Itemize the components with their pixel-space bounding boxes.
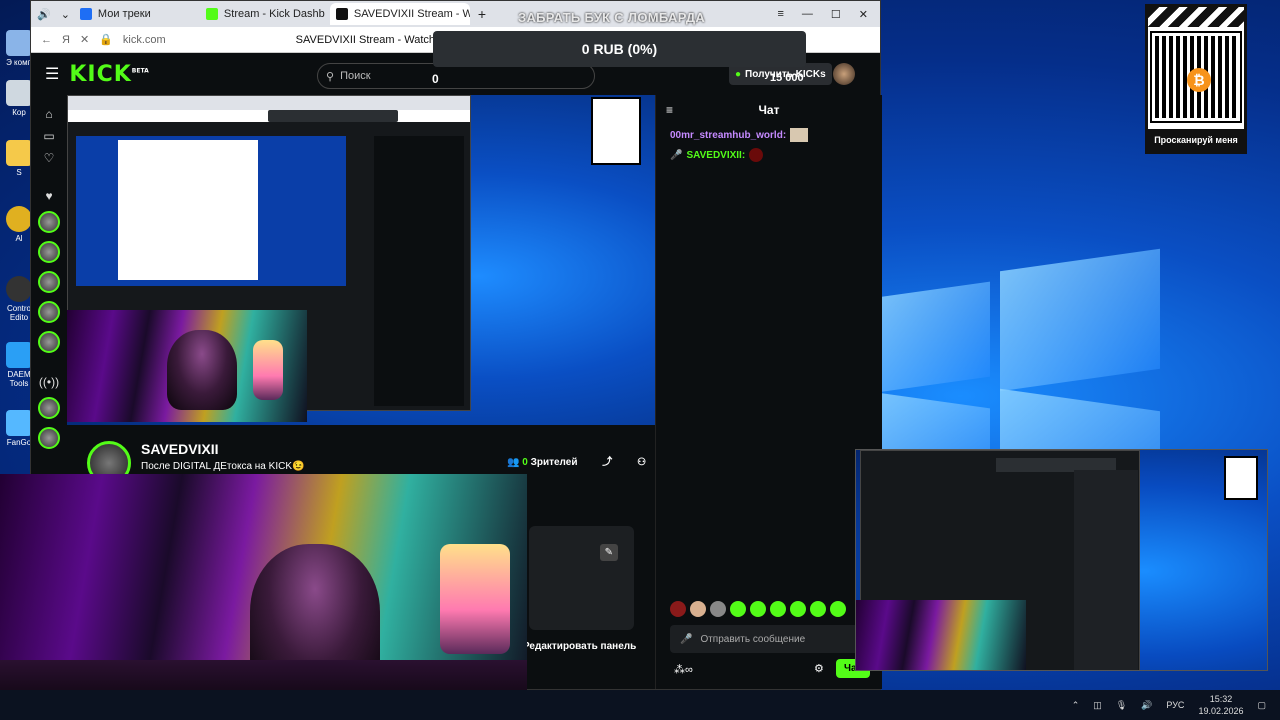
emote-icon xyxy=(790,128,809,142)
mic-badge-icon: 🎤 xyxy=(670,149,683,161)
chat-panel: ≡ Чат 00mr_streamhub_world: 🎤 SAVEDVIXII:… xyxy=(655,95,882,689)
emote-icon xyxy=(749,148,764,162)
edit-panel-button[interactable]: Редактировать панель xyxy=(523,641,636,652)
maximize-button[interactable]: ☐ xyxy=(831,8,841,21)
url-field[interactable]: kick.com xyxy=(123,34,166,46)
close-window-button[interactable]: ✕ xyxy=(859,8,868,21)
folder-icon xyxy=(6,140,32,166)
daemon-tools-icon xyxy=(6,342,32,368)
emote-icon[interactable] xyxy=(770,601,786,617)
speaker-icon[interactable]: 🔊 xyxy=(31,8,57,21)
webcam-overlay xyxy=(0,474,527,720)
recycle-bin-icon xyxy=(6,80,32,106)
emote-icon[interactable] xyxy=(750,601,766,617)
followed-channel-avatar[interactable] xyxy=(38,301,60,323)
bitcoin-icon: ₿ xyxy=(1187,68,1211,92)
tab-bar: 🔊 ⌄ Мои треки Stream - Kick Dashb SAVEDV… xyxy=(31,1,880,27)
goal-start-value: 0 xyxy=(432,72,439,86)
video-player[interactable] xyxy=(67,95,655,425)
live-channel-avatar[interactable] xyxy=(38,427,60,449)
chevron-down-icon[interactable]: ⌄ xyxy=(57,8,74,21)
clock[interactable]: 15:32 19.02.2026 xyxy=(1198,693,1243,717)
qr-label: Просканируй меня xyxy=(1148,129,1244,151)
tab-favicon xyxy=(335,8,348,20)
control-editor-icon xyxy=(6,276,32,302)
tab-favicon xyxy=(79,8,92,20)
tab-kick-dashboard[interactable]: Stream - Kick Dashb xyxy=(200,3,330,25)
network-icon[interactable]: ◫ xyxy=(1093,700,1102,711)
home-icon[interactable]: ⌂ xyxy=(45,107,52,121)
goal-target-value: 15 000 xyxy=(770,72,804,84)
live-icon[interactable]: ((•)) xyxy=(39,375,59,389)
stream-title: После DIGITAL ДЕтокса на KICK😉 xyxy=(141,461,305,472)
follow-icon[interactable]: ⚇ xyxy=(637,457,646,468)
emote-icon[interactable] xyxy=(730,601,746,617)
lombard-goal-text: ЗАБРАТЬ БУК С ЛОМБАРДА xyxy=(518,10,706,25)
notification-icon[interactable]: ▢ xyxy=(1257,700,1266,711)
followed-channel-avatar[interactable] xyxy=(38,331,60,353)
lock-icon: 🔒 xyxy=(99,34,113,46)
language-indicator[interactable]: РУС xyxy=(1166,700,1184,710)
emote-icon[interactable] xyxy=(710,601,726,617)
followed-channel-avatar[interactable] xyxy=(38,241,60,263)
menu-icon[interactable]: ≡ xyxy=(777,8,783,21)
app-icon xyxy=(6,206,32,232)
chat-message: 00mr_streamhub_world: xyxy=(656,125,882,145)
streamer-name[interactable]: SAVEDVIXII xyxy=(141,441,304,457)
chat-header: ≡ Чат xyxy=(666,103,780,117)
computer-icon xyxy=(6,30,32,56)
qr-code-small xyxy=(591,97,641,165)
kicks-icon: ● xyxy=(735,68,742,80)
pencil-icon[interactable]: ✎ xyxy=(599,544,618,561)
chat-message: 🎤 SAVEDVIXII: xyxy=(656,145,882,165)
qr-code: ₿ xyxy=(1150,31,1242,123)
kick-favicon xyxy=(205,8,218,20)
qr-code-widget: ₿ Просканируй меня xyxy=(1145,4,1247,154)
kicks-balance-icon[interactable]: ⁂∞ xyxy=(674,663,693,676)
live-channel-avatar[interactable] xyxy=(38,397,60,419)
tab-my-tracks[interactable]: Мои треки xyxy=(74,3,200,25)
emote-icon[interactable] xyxy=(830,601,846,617)
minimize-button[interactable]: — xyxy=(802,8,813,21)
mic-tray-icon[interactable]: 🎙 xyxy=(1116,700,1127,711)
webcam-preview xyxy=(67,310,307,422)
emote-bar xyxy=(670,601,846,617)
donation-goal-bar: 0 RUB (0%) xyxy=(433,31,806,67)
search-icon: ⚲ xyxy=(326,70,335,83)
emote-icon[interactable] xyxy=(790,601,806,617)
taskbar: ⌃ ◫ 🎙 🔊 РУС 15:32 19.02.2026 ▢ xyxy=(0,690,1280,720)
viewer-count: 👥 0 Зрителей ⤴ ⚇ xyxy=(507,457,647,468)
avatar[interactable] xyxy=(833,63,855,85)
heart-icon[interactable]: ♡ xyxy=(44,151,55,165)
share-icon[interactable]: ⤴ xyxy=(602,457,612,468)
users-icon: 👥 xyxy=(507,457,520,468)
tab-savedvixii-stream[interactable]: SAVEDVIXII Stream - W✕ xyxy=(329,3,470,25)
gear-icon[interactable]: ⚙ xyxy=(814,662,824,675)
tray-chevron-icon[interactable]: ⌃ xyxy=(1072,700,1080,711)
mic-icon: 🎤 xyxy=(680,633,693,645)
new-tab-button[interactable]: + xyxy=(470,6,494,22)
yandex-icon[interactable]: Я xyxy=(62,34,70,46)
hamburger-icon[interactable]: ☰ xyxy=(45,64,59,84)
kick-logo[interactable]: KICKBETA xyxy=(69,62,148,87)
back-icon[interactable]: ← xyxy=(41,34,52,46)
followed-channel-avatar[interactable] xyxy=(38,271,60,293)
clapperboard-icon xyxy=(1148,7,1244,27)
browse-icon[interactable]: ▭ xyxy=(43,129,54,143)
stop-icon[interactable]: ✕ xyxy=(80,33,89,46)
emote-icon[interactable] xyxy=(810,601,826,617)
chat-input[interactable]: 🎤 Отправить сообщение xyxy=(670,625,860,653)
following-icon[interactable]: ♥ xyxy=(45,189,52,203)
dashboard-preview xyxy=(855,449,1268,671)
emote-icon[interactable] xyxy=(670,601,686,617)
followed-channel-avatar[interactable] xyxy=(38,211,60,233)
info-panel: ✎ xyxy=(529,526,634,630)
volume-icon[interactable]: 🔊 xyxy=(1141,700,1152,711)
emote-icon[interactable] xyxy=(690,601,706,617)
fan-icon xyxy=(6,410,32,436)
collapse-chat-icon[interactable]: ≡ xyxy=(666,103,673,117)
